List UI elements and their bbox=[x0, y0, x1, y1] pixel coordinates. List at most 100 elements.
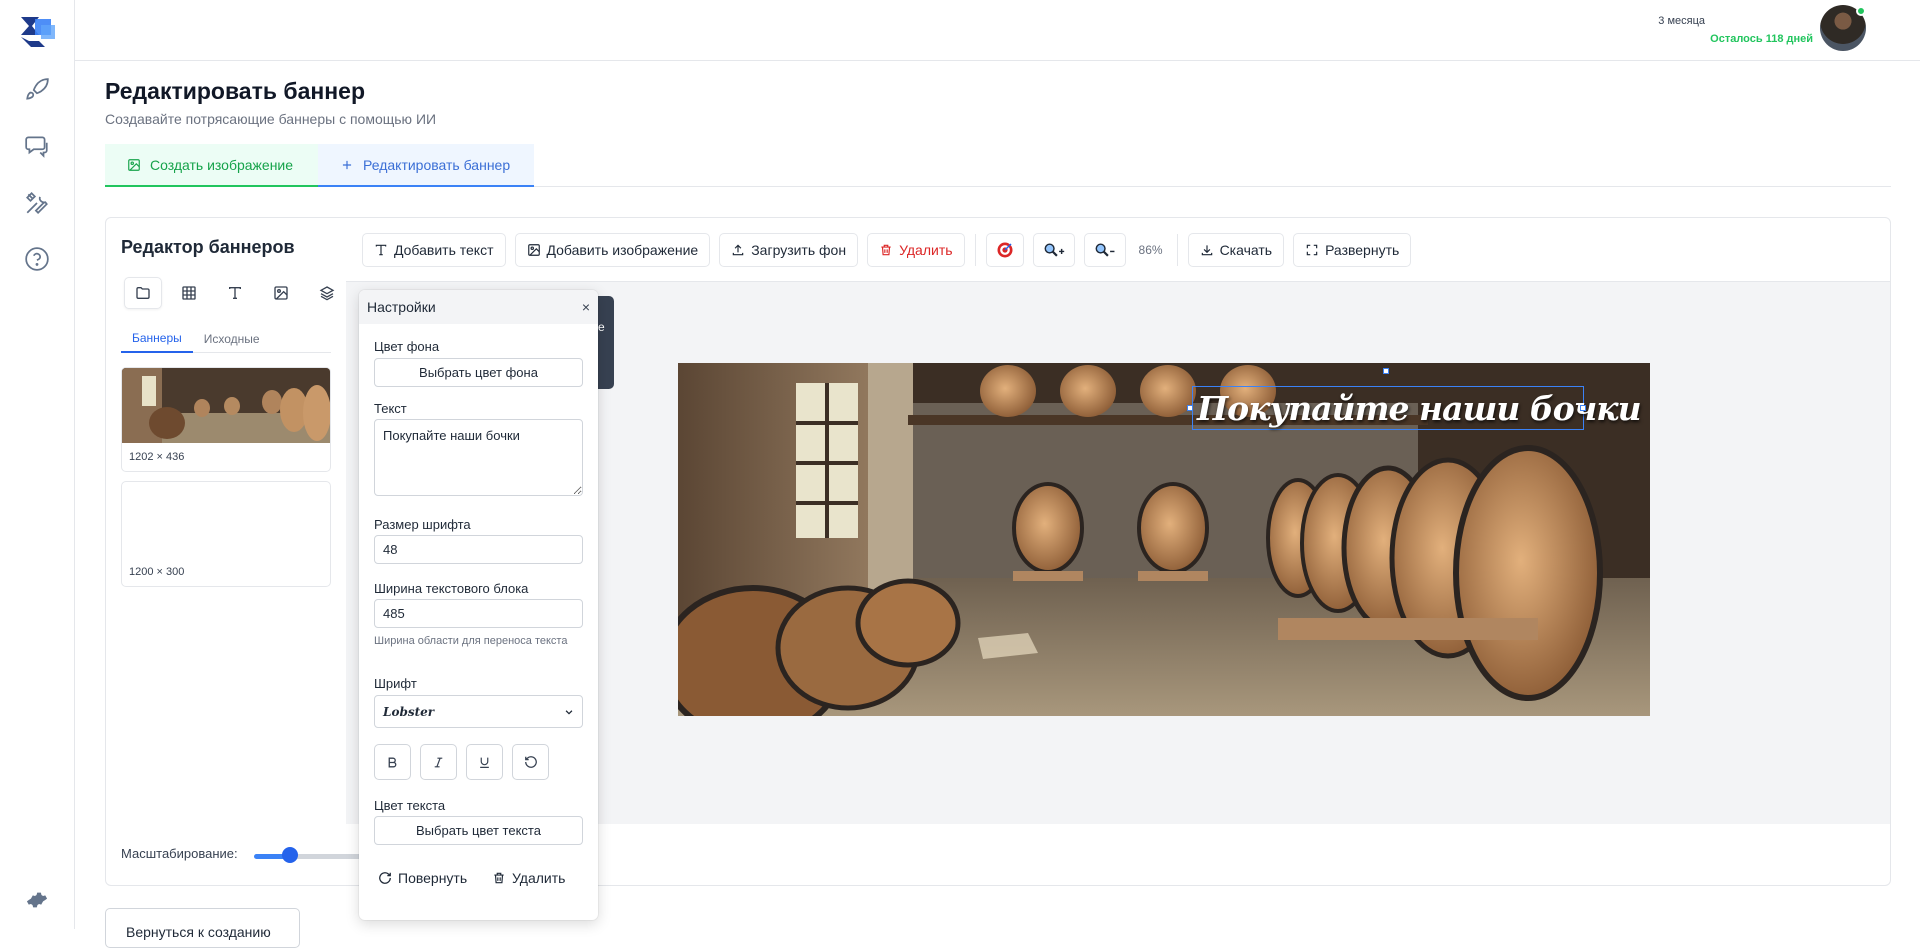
zoom-in-button[interactable] bbox=[1032, 232, 1075, 267]
upload-icon bbox=[732, 244, 744, 255]
editor-toolbar: Добавить текст Добавить изображение Загр… bbox=[346, 218, 1890, 282]
zoom-percentage: 86% bbox=[1138, 242, 1163, 257]
text-color-label: Цвет текста bbox=[374, 798, 446, 813]
image-icon bbox=[527, 243, 540, 256]
chat-icon[interactable] bbox=[24, 133, 50, 159]
rotate-handle[interactable] bbox=[1383, 368, 1389, 374]
banner-thumbnail-placeholder bbox=[122, 482, 330, 558]
tab-edit-banner[interactable]: Редактировать баннер bbox=[318, 144, 534, 187]
delete-element-button[interactable]: Удалить bbox=[492, 870, 565, 886]
font-select-value: Lobster bbox=[383, 704, 435, 719]
expand-button[interactable]: Развернуть bbox=[1293, 232, 1412, 267]
zoom-slider-handle[interactable] bbox=[282, 847, 298, 863]
trash-icon bbox=[881, 244, 891, 255]
delete-label: Удалить bbox=[899, 241, 953, 258]
online-status-dot bbox=[1856, 6, 1866, 16]
text-icon bbox=[229, 287, 241, 299]
text-content-field[interactable]: Покупайте наши бочки bbox=[374, 419, 583, 496]
upload-background-button[interactable]: Загрузить фон bbox=[719, 232, 859, 267]
main-tabs: Создать изображение Редактировать баннер bbox=[105, 144, 1891, 187]
rotate-ccw-icon bbox=[524, 756, 537, 768]
settings-panel: Настройки × Цвет фона Выбрать цвет фона … bbox=[359, 290, 598, 920]
resize-handle-right[interactable] bbox=[1580, 405, 1586, 411]
underline-icon bbox=[480, 757, 489, 768]
delete-element-label: Удалить bbox=[512, 870, 566, 886]
banner-text-layer[interactable]: Покупайте наши бочки bbox=[1192, 386, 1642, 430]
tools-icon[interactable] bbox=[24, 190, 50, 216]
underline-button[interactable] bbox=[466, 744, 503, 780]
zoom-in-icon bbox=[1044, 242, 1064, 257]
download-icon bbox=[1201, 244, 1212, 255]
grid-tool-button[interactable] bbox=[170, 277, 208, 309]
download-button[interactable]: Скачать bbox=[1187, 232, 1285, 267]
page-title: Редактировать баннер bbox=[105, 78, 366, 104]
add-text-button[interactable]: Добавить текст bbox=[362, 232, 506, 267]
sidebar bbox=[0, 0, 75, 929]
font-select[interactable]: Lobster bbox=[374, 695, 583, 728]
settings-header: Настройки × bbox=[359, 290, 598, 324]
tab-edit-banner-label: Редактировать баннер bbox=[363, 156, 511, 173]
download-label: Скачать bbox=[1219, 241, 1273, 258]
panel-title: Редактор баннеров bbox=[121, 237, 295, 257]
tab-create-image[interactable]: Создать изображение bbox=[105, 144, 318, 187]
grid-icon bbox=[182, 286, 196, 300]
banner-thumbnail[interactable]: 1202 × 436 bbox=[121, 367, 331, 472]
rotate-button[interactable]: Повернуть bbox=[378, 870, 467, 886]
toolbar-divider bbox=[974, 233, 976, 266]
subtab-banners[interactable]: Баннеры bbox=[121, 325, 193, 353]
bold-icon bbox=[388, 757, 397, 767]
folder-icon bbox=[136, 287, 150, 299]
reset-format-button[interactable] bbox=[512, 744, 549, 780]
bold-button[interactable] bbox=[374, 744, 411, 780]
zoom-slider[interactable] bbox=[254, 854, 364, 859]
delete-button[interactable]: Удалить bbox=[867, 232, 965, 267]
pick-bg-color-button[interactable]: Выбрать цвет фона bbox=[374, 358, 583, 387]
zoom-out-button[interactable] bbox=[1083, 232, 1126, 267]
rotate-label: Повернуть bbox=[398, 870, 468, 886]
close-icon[interactable]: × bbox=[582, 299, 590, 315]
bg-color-label: Цвет фона bbox=[374, 339, 440, 354]
image-icon bbox=[128, 158, 140, 171]
add-text-label: Добавить текст bbox=[394, 241, 494, 258]
font-size-input[interactable] bbox=[374, 535, 583, 564]
back-to-create-button[interactable]: Вернуться к созданию bbox=[105, 908, 300, 948]
settings-gear-icon[interactable] bbox=[26, 889, 48, 911]
rotate-cw-icon bbox=[379, 872, 391, 884]
app-logo[interactable] bbox=[19, 15, 57, 49]
pick-text-color-button[interactable]: Выбрать цвет текста bbox=[374, 816, 583, 845]
layers-icon bbox=[319, 286, 335, 301]
format-buttons bbox=[374, 744, 549, 780]
expand-label: Развернуть bbox=[1325, 241, 1400, 258]
add-image-label: Добавить изображение bbox=[546, 241, 699, 258]
text-icon bbox=[375, 244, 387, 255]
tab-create-image-label: Создать изображение bbox=[150, 156, 294, 173]
font-label: Шрифт bbox=[374, 676, 417, 691]
panel-subtabs: Баннеры Исходные bbox=[121, 325, 331, 353]
subscription-remaining: Осталось 118 дней bbox=[1710, 33, 1813, 45]
add-image-button[interactable]: Добавить изображение bbox=[514, 232, 711, 267]
font-size-label: Размер шрифта bbox=[374, 517, 471, 532]
italic-button[interactable] bbox=[420, 744, 457, 780]
banner-thumbnail-empty[interactable]: 1200 × 300 bbox=[121, 481, 331, 587]
folder-tool-button[interactable] bbox=[124, 277, 162, 309]
page-subtitle: Создавайте потрясающие баннеры с помощью… bbox=[105, 111, 437, 127]
banner-thumbnail-size: 1200 × 300 bbox=[129, 566, 185, 578]
plus-icon bbox=[342, 160, 352, 169]
image-tool-button[interactable] bbox=[262, 277, 300, 309]
help-icon[interactable] bbox=[24, 246, 50, 272]
left-panel: Редактор баннеров Баннеры Исходные 1202 … bbox=[106, 218, 364, 887]
text-width-input[interactable] bbox=[374, 599, 583, 628]
rocket-icon[interactable] bbox=[24, 77, 50, 103]
text-tool-button[interactable] bbox=[216, 277, 254, 309]
subscription-plan: 3 месяца bbox=[1658, 15, 1705, 27]
banner-thumbnail-size: 1202 × 436 bbox=[129, 451, 185, 463]
panel-tool-row bbox=[124, 277, 346, 309]
image-icon bbox=[274, 286, 288, 300]
resize-handle-left[interactable] bbox=[1187, 405, 1193, 411]
subtab-sources[interactable]: Исходные bbox=[193, 325, 271, 353]
toolbar-divider bbox=[1176, 233, 1178, 266]
expand-icon bbox=[1306, 244, 1318, 255]
text-width-label: Ширина текстового блока bbox=[374, 581, 529, 596]
center-target-button[interactable] bbox=[985, 232, 1024, 267]
layers-tool-button[interactable] bbox=[308, 277, 346, 309]
